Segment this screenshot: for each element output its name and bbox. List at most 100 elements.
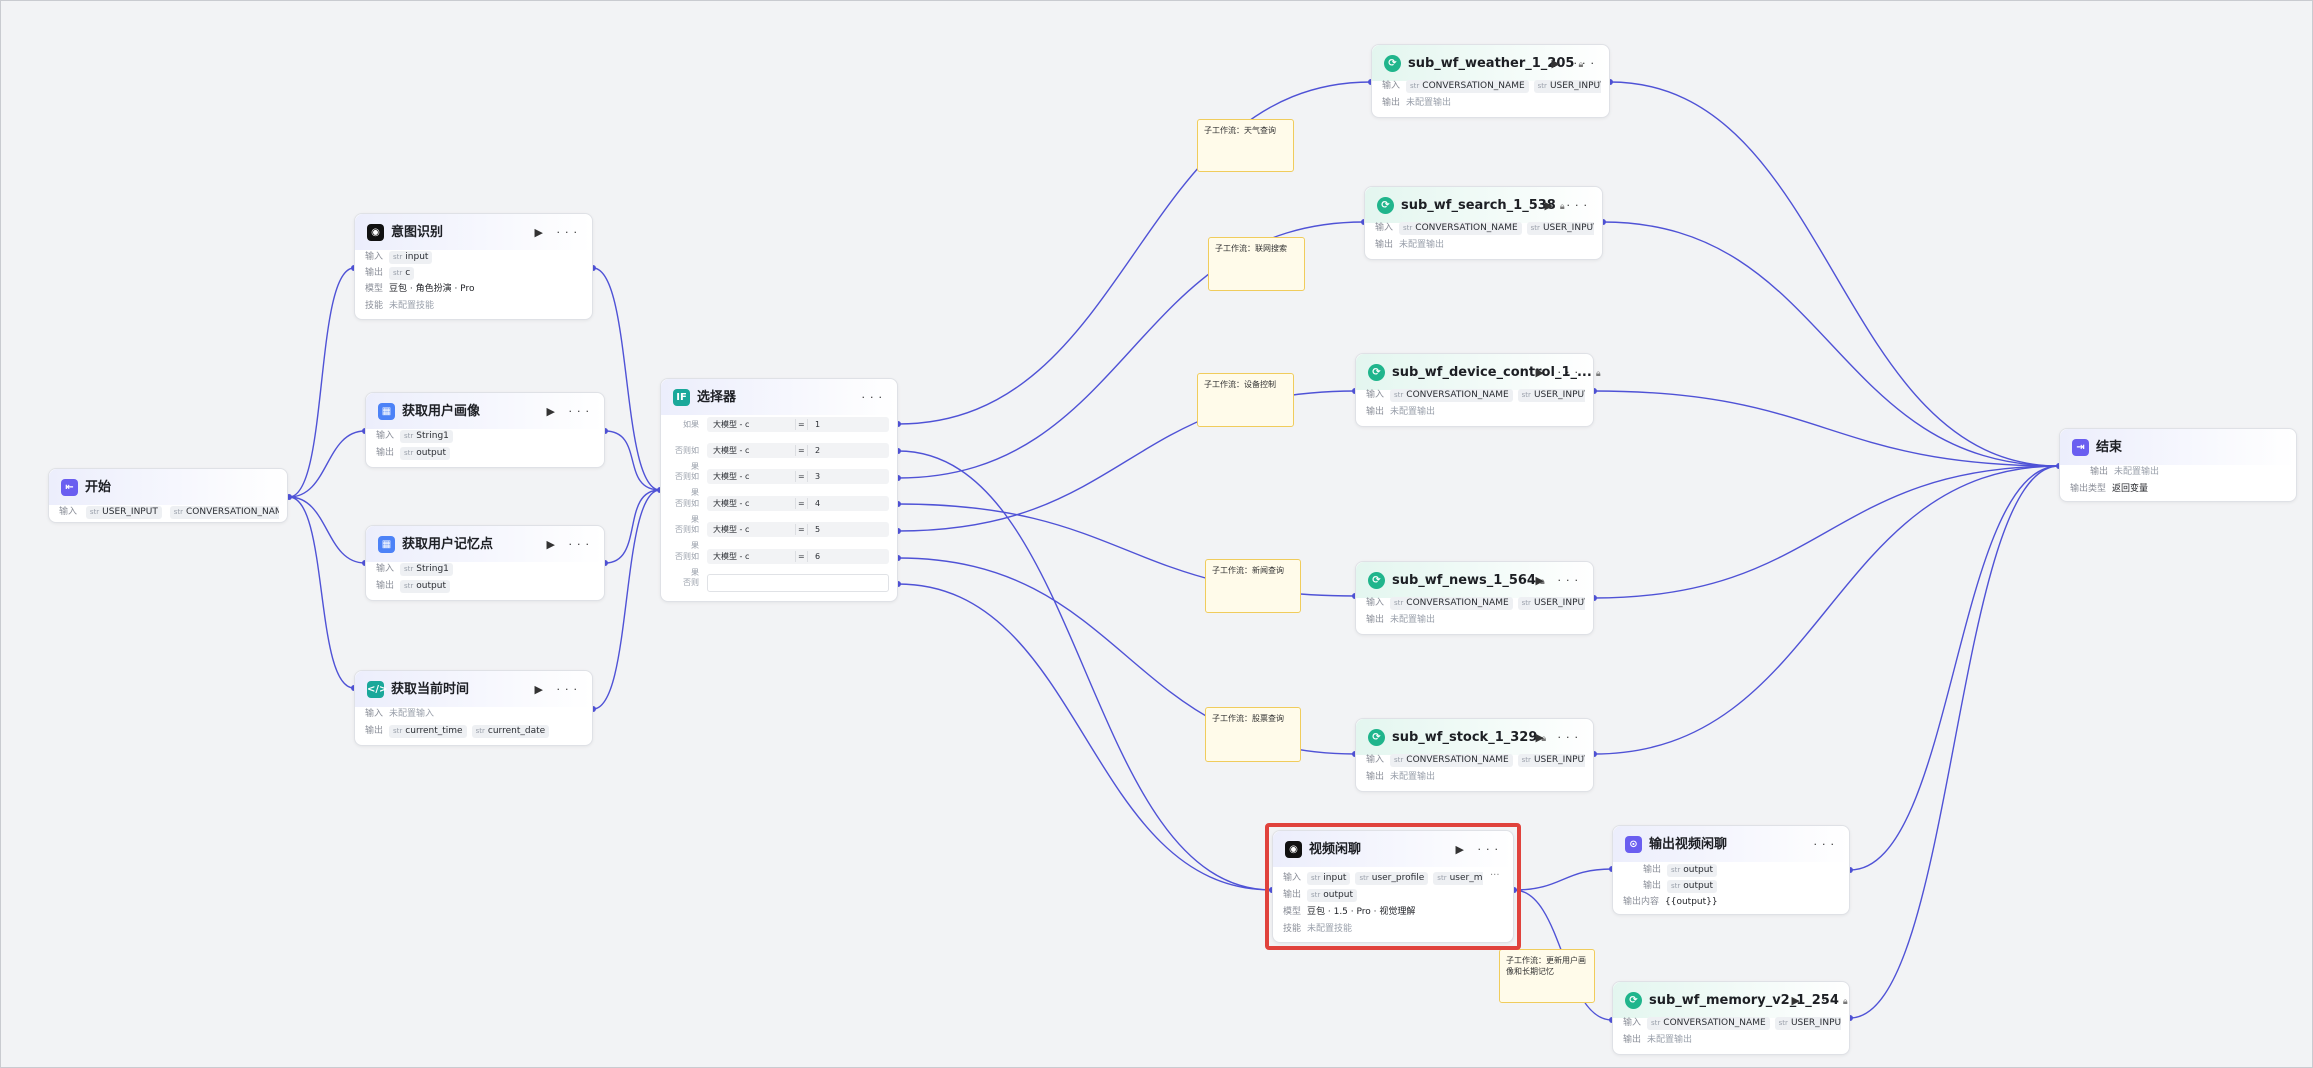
vout-title: 输出视频闲聊 bbox=[1649, 837, 1728, 852]
node-actions[interactable]: ▶ ··· bbox=[1552, 55, 1599, 72]
node-sub-wf-news[interactable]: ⟳ sub_wf_news_1_564 🔒︎ ▶ ··· 输入 str CONVERS… bbox=[1355, 561, 1594, 635]
llm-icon: ◉ bbox=[367, 224, 384, 241]
var-tag: str CONVERSATION_NAME bbox=[1390, 389, 1513, 402]
output-value: 未配置输出 bbox=[2114, 467, 2160, 477]
node-intent[interactable]: ◉ 意图识别 ▶ ··· 输入 str input 输出 str c 模型 豆包 · 角色… bbox=[354, 213, 593, 320]
wire bbox=[1593, 390, 2060, 467]
condition-box[interactable]: 大模型 - c = 3 bbox=[707, 469, 889, 484]
content-value: {{output}} bbox=[1665, 897, 1718, 907]
node-output-video-chat[interactable]: ⊙ 输出视频闲聊 ··· 输出 str output 输出 str output 输出内… bbox=[1612, 825, 1850, 915]
condition-box[interactable]: 大模型 - c = 1 bbox=[707, 417, 889, 432]
wire bbox=[288, 430, 366, 498]
var-tag: str current_date bbox=[471, 725, 550, 738]
field-label: 输出 bbox=[1643, 865, 1662, 875]
wire bbox=[1513, 868, 1613, 891]
field-label: 输出 bbox=[376, 448, 395, 458]
note-search[interactable]: 子工作流：联网搜索 bbox=[1208, 237, 1305, 291]
field-label: 输入 bbox=[376, 431, 395, 441]
memory-title: 获取用户记忆点 bbox=[402, 537, 494, 552]
node-start[interactable]: ⇤ 开始 输入 str USER_INPUT str CONVERSATION_NA… bbox=[48, 468, 288, 523]
node-sub-wf-device[interactable]: ⟳ sub_wf_device_control_1_... 🔒︎ ▶ ··· 输入… bbox=[1355, 353, 1601, 427]
wire bbox=[1849, 465, 2060, 871]
node-sub-wf-weather[interactable]: ⟳ sub_wf_weather_1_205 🔒︎ ▶ ··· 输入 str CONV… bbox=[1371, 44, 1610, 118]
field-label: 输出 bbox=[376, 581, 395, 591]
else-box bbox=[707, 574, 889, 592]
note-device[interactable]: 子工作流：设备控制 bbox=[1197, 373, 1294, 427]
node-selector[interactable]: IF 选择器 ··· 如果 大模型 - c = 1 否则如果 大模型 - c = 2 否则如果大… bbox=[660, 378, 898, 602]
node-end[interactable]: ⇥ 结束 输出 未配置输出 输出类型 返回变量 bbox=[2059, 428, 2297, 502]
var-tag: str CONVERSATION_NAME bbox=[1647, 1017, 1770, 1030]
selector-else-row[interactable]: 否则 bbox=[671, 574, 889, 592]
selector-branch-row[interactable]: 否则如果 大模型 - c = 6 bbox=[671, 549, 889, 577]
selector-branch-row[interactable]: 否则如果 大模型 - c = 4 bbox=[671, 496, 889, 524]
node-actions[interactable]: ▶ ··· bbox=[1536, 572, 1583, 589]
field-label: 输入 bbox=[1623, 1018, 1642, 1028]
more-icon[interactable]: ··· bbox=[1583, 220, 1593, 231]
workflow-icon: ⟳ bbox=[1384, 55, 1401, 72]
note-stock[interactable]: 子工作流：股票查询 bbox=[1205, 707, 1301, 762]
selector-branch-row[interactable]: 如果 大模型 - c = 1 bbox=[671, 417, 889, 433]
var-tag: str output bbox=[1667, 880, 1717, 893]
node-actions[interactable]: ▶ ··· bbox=[547, 536, 594, 553]
more-icon[interactable]: ··· bbox=[1590, 78, 1600, 89]
node-actions[interactable]: ▶ ··· bbox=[535, 224, 582, 241]
node-actions[interactable]: ▶ ··· bbox=[1536, 729, 1583, 746]
selection-highlight bbox=[1265, 823, 1521, 950]
field-label: 输入 bbox=[1366, 390, 1385, 400]
field-label: 输出内容 bbox=[1623, 897, 1660, 907]
node-actions[interactable]: ··· bbox=[1814, 836, 1840, 853]
var-tag: strUSER_INPUT bbox=[1517, 389, 1585, 402]
node-current-time[interactable]: </> 获取当前时间 ▶ ··· 输入 未配置输入 输出 str current_ti… bbox=[354, 670, 593, 746]
more-icon[interactable]: ··· bbox=[1831, 1015, 1841, 1026]
time-title: 获取当前时间 bbox=[391, 682, 470, 697]
condition-box[interactable]: 大模型 - c = 2 bbox=[707, 443, 889, 458]
plugin-icon: ▦ bbox=[378, 403, 395, 420]
more-icon[interactable]: ··· bbox=[1574, 752, 1584, 763]
output-type-value: 返回变量 bbox=[2112, 484, 2149, 494]
start-input-tag: str CONVERSATION_NAME bbox=[169, 506, 279, 519]
output-value: 未配置输出 bbox=[1390, 615, 1436, 625]
sub-wf-title: sub_wf_stock_1_329 🔒︎ bbox=[1392, 730, 1547, 745]
wire bbox=[288, 496, 355, 689]
node-actions[interactable]: ▶ ··· bbox=[1545, 197, 1592, 214]
field-label: 输入 bbox=[1375, 223, 1394, 233]
field-label: 输出 bbox=[1375, 240, 1394, 250]
lock-icon: 🔒︎ bbox=[1842, 997, 1848, 1007]
node-sub-wf-memory[interactable]: ⟳ sub_wf_memory_v2_1_254 🔒︎ ▶ ··· 输入 str CO… bbox=[1612, 981, 1850, 1055]
field-label: 输出 bbox=[1366, 772, 1385, 782]
node-sub-wf-search[interactable]: ⟳ sub_wf_search_1_538 🔒︎ ▶ ··· 输入 str CONVE… bbox=[1364, 186, 1603, 260]
condition-left: 大模型 - c bbox=[713, 499, 750, 508]
field-label: 输入 bbox=[1382, 81, 1401, 91]
node-sub-wf-stock[interactable]: ⟳ sub_wf_stock_1_329 🔒︎ ▶ ··· 输入 str CONVER… bbox=[1355, 718, 1594, 792]
selector-branch-row[interactable]: 否则如果 大模型 - c = 5 bbox=[671, 522, 889, 550]
note-news[interactable]: 子工作流：新闻查询 bbox=[1205, 559, 1301, 613]
field-label: 输入 bbox=[1366, 598, 1385, 608]
node-actions[interactable]: ··· bbox=[862, 389, 888, 406]
field-label: 输出 bbox=[1382, 98, 1401, 108]
var-tag: str CONVERSATION_NAME bbox=[1406, 80, 1529, 93]
node-actions[interactable]: ▶ ··· bbox=[547, 403, 594, 420]
start-title: 开始 bbox=[85, 480, 112, 495]
branch-label: 否则 bbox=[683, 578, 699, 587]
intent-title: 意图识别 bbox=[391, 225, 444, 240]
condition-operator: = bbox=[798, 552, 805, 561]
node-actions[interactable]: ▶ ··· bbox=[1792, 992, 1839, 1009]
condition-value: 2 bbox=[815, 446, 821, 455]
more-icon[interactable]: ··· bbox=[1574, 595, 1584, 606]
selector-title: 选择器 bbox=[697, 390, 737, 405]
condition-box[interactable]: 大模型 - c = 6 bbox=[707, 549, 889, 564]
node-user-profile[interactable]: ▦ 获取用户画像 ▶ ··· 输入 str String1 输出 str output bbox=[365, 392, 605, 468]
condition-box[interactable]: 大模型 - c = 4 bbox=[707, 496, 889, 511]
node-actions[interactable]: ▶ ··· bbox=[535, 681, 582, 698]
selector-branch-row[interactable]: 否则如果 大模型 - c = 3 bbox=[671, 469, 889, 497]
condition-icon: IF bbox=[673, 389, 690, 406]
condition-box[interactable]: 大模型 - c = 5 bbox=[707, 522, 889, 537]
selector-branch-row[interactable]: 否则如果 大模型 - c = 2 bbox=[671, 443, 889, 471]
note-memory[interactable]: 子工作流：更新用户画像和长期记忆 bbox=[1499, 949, 1595, 1003]
node-user-memory[interactable]: ▦ 获取用户记忆点 ▶ ··· 输入 str String1 输出 str output bbox=[365, 525, 605, 601]
var-tag: str output bbox=[1667, 864, 1717, 877]
profile-title: 获取用户画像 bbox=[402, 404, 481, 419]
workflow-icon: ⟳ bbox=[1625, 992, 1642, 1009]
node-actions[interactable]: ▶ ··· bbox=[1536, 364, 1583, 381]
note-weather[interactable]: 子工作流：天气查询 bbox=[1197, 119, 1294, 172]
